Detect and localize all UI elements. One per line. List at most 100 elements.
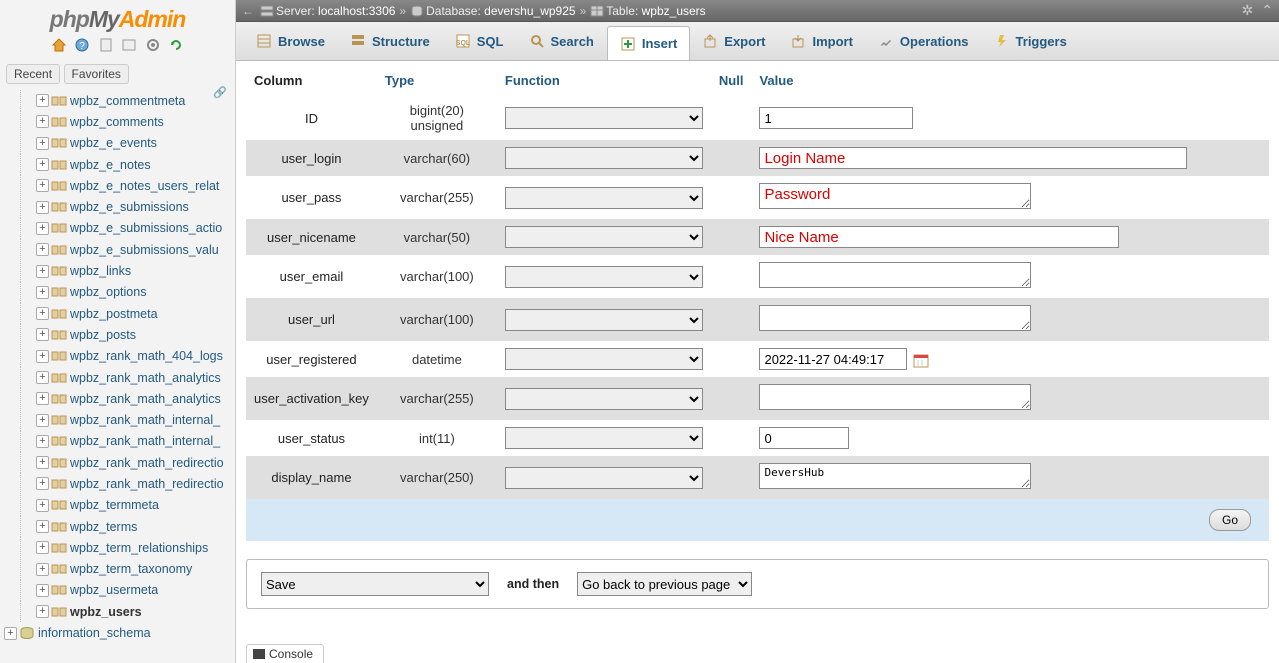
expand-icon[interactable]: + <box>36 605 49 618</box>
value-user_login[interactable] <box>759 147 1187 169</box>
sidebar-item-information_schema[interactable]: +information_schema <box>4 622 235 643</box>
expand-icon[interactable]: + <box>36 243 49 256</box>
expand-icon[interactable]: + <box>36 137 49 150</box>
expand-icon[interactable]: + <box>36 350 49 363</box>
expand-icon[interactable]: + <box>36 541 49 554</box>
value-ID[interactable] <box>759 107 913 129</box>
sidebar-item-wpbz_options[interactable]: +wpbz_options <box>4 282 235 303</box>
expand-icon[interactable]: + <box>36 265 49 278</box>
link-icon[interactable]: 🔗 <box>213 86 227 99</box>
sidebar-item-wpbz_users[interactable]: +wpbz_users <box>4 601 235 622</box>
function-select-user_activation_key[interactable] <box>505 388 703 410</box>
tab-insert[interactable]: Insert <box>607 26 690 60</box>
value-display_name[interactable]: DeversHub <box>759 463 1031 489</box>
sidebar-item-wpbz_term_taxonomy[interactable]: +wpbz_term_taxonomy <box>4 559 235 580</box>
tab-sql[interactable]: SQLSQL <box>443 22 517 60</box>
docs-icon[interactable] <box>98 37 114 53</box>
sidebar-item-wpbz_comments[interactable]: +wpbz_comments <box>4 111 235 132</box>
sidebar-item-wpbz_rank_math_404_logs[interactable]: +wpbz_rank_math_404_logs <box>4 346 235 367</box>
settings-icon[interactable] <box>145 37 161 53</box>
sidebar-item-wpbz_terms[interactable]: +wpbz_terms <box>4 516 235 537</box>
tab-operations[interactable]: Operations <box>866 22 982 60</box>
home-icon[interactable] <box>51 37 67 53</box>
sidebar-item-wpbz_e_submissions[interactable]: +wpbz_e_submissions <box>4 196 235 217</box>
value-user_nicename[interactable] <box>759 226 1119 248</box>
expand-icon[interactable]: + <box>36 201 49 214</box>
tab-search[interactable]: Search <box>517 22 607 60</box>
sidebar-item-wpbz_rank_math_analytics[interactable]: +wpbz_rank_math_analytics <box>4 388 235 409</box>
tab-import[interactable]: Import <box>778 22 865 60</box>
sidebar-item-wpbz_termmeta[interactable]: +wpbz_termmeta <box>4 495 235 516</box>
expand-icon[interactable]: + <box>36 371 49 384</box>
recent-button[interactable]: Recent <box>6 64 60 84</box>
function-select-user_login[interactable] <box>505 147 703 169</box>
reload-icon[interactable] <box>168 37 184 53</box>
expand-icon[interactable]: + <box>36 414 49 427</box>
function-select-user_nicename[interactable] <box>505 226 703 248</box>
go-button[interactable]: Go <box>1209 509 1251 531</box>
sidebar-item-wpbz_usermeta[interactable]: +wpbz_usermeta <box>4 580 235 601</box>
expand-icon[interactable]: + <box>36 392 49 405</box>
value-user_registered[interactable] <box>759 348 907 370</box>
sidebar-item-wpbz_postmeta[interactable]: +wpbz_postmeta <box>4 303 235 324</box>
back-arrow-icon[interactable]: ← <box>242 4 254 18</box>
tab-browse[interactable]: Browse <box>244 22 338 60</box>
expand-icon[interactable]: + <box>36 158 49 171</box>
tab-triggers[interactable]: Triggers <box>982 22 1080 60</box>
function-select-display_name[interactable] <box>505 467 703 489</box>
sidebar-item-wpbz_e_notes[interactable]: +wpbz_e_notes <box>4 154 235 175</box>
sidebar-item-wpbz_commentmeta[interactable]: +wpbz_commentmeta <box>4 90 235 111</box>
function-select-user_pass[interactable] <box>505 187 703 209</box>
sidebar-item-wpbz_rank_math_redirectio[interactable]: +wpbz_rank_math_redirectio <box>4 473 235 494</box>
function-select-user_url[interactable] <box>505 309 703 331</box>
expand-icon[interactable]: + <box>36 307 49 320</box>
logout-icon[interactable]: ? <box>74 37 90 53</box>
crumb-server[interactable]: localhost:3306 <box>318 4 395 18</box>
function-select-user_email[interactable] <box>505 266 703 288</box>
tab-structure[interactable]: Structure <box>338 22 443 60</box>
sidebar-item-wpbz_posts[interactable]: +wpbz_posts <box>4 324 235 345</box>
value-user_status[interactable] <box>759 427 849 449</box>
sidebar-item-wpbz_rank_math_redirectio[interactable]: +wpbz_rank_math_redirectio <box>4 452 235 473</box>
favorites-button[interactable]: Favorites <box>64 64 129 84</box>
save-select[interactable]: Save <box>261 572 489 596</box>
function-select-ID[interactable] <box>505 107 703 129</box>
expand-icon[interactable]: + <box>36 456 49 469</box>
expand-icon[interactable]: + <box>36 435 49 448</box>
expand-icon[interactable]: + <box>36 520 49 533</box>
sidebar-item-wpbz_rank_math_internal_[interactable]: +wpbz_rank_math_internal_ <box>4 431 235 452</box>
crumb-db[interactable]: devershu_wp925 <box>484 4 575 18</box>
sidebar-item-wpbz_e_notes_users_relat[interactable]: +wpbz_e_notes_users_relat <box>4 175 235 196</box>
value-user_email[interactable] <box>759 262 1031 288</box>
function-select-user_registered[interactable] <box>505 348 703 370</box>
function-select-user_status[interactable] <box>505 427 703 449</box>
sidebar-item-wpbz_rank_math_internal_[interactable]: +wpbz_rank_math_internal_ <box>4 409 235 430</box>
sidebar-item-wpbz_links[interactable]: +wpbz_links <box>4 260 235 281</box>
expand-icon[interactable]: + <box>36 222 49 235</box>
expand-icon[interactable]: + <box>36 584 49 597</box>
sidebar-item-wpbz_e_submissions_actio[interactable]: +wpbz_e_submissions_actio <box>4 218 235 239</box>
sidebar-item-wpbz_e_submissions_valu[interactable]: +wpbz_e_submissions_valu <box>4 239 235 260</box>
expand-icon[interactable]: + <box>36 286 49 299</box>
sidebar-item-wpbz_rank_math_analytics[interactable]: +wpbz_rank_math_analytics <box>4 367 235 388</box>
collapse-icon[interactable]: ⌃ <box>1261 2 1273 19</box>
expand-icon[interactable]: + <box>36 563 49 576</box>
expand-icon[interactable]: + <box>36 94 49 107</box>
expand-icon[interactable]: + <box>36 477 49 490</box>
sidebar-item-wpbz_term_relationships[interactable]: +wpbz_term_relationships <box>4 537 235 558</box>
value-user_url[interactable] <box>759 305 1031 331</box>
calendar-icon[interactable] <box>913 352 929 368</box>
gear-icon[interactable]: ✲ <box>1242 2 1254 19</box>
navi-icon[interactable] <box>121 37 137 53</box>
expand-icon[interactable]: + <box>36 499 49 512</box>
value-user_activation_key[interactable] <box>759 384 1031 410</box>
value-user_pass[interactable]: Password <box>759 183 1031 209</box>
expand-icon[interactable]: + <box>36 179 49 192</box>
expand-icon[interactable]: + <box>36 328 49 341</box>
console-tab[interactable]: Console <box>246 644 324 663</box>
tab-export[interactable]: Export <box>690 22 778 60</box>
then-select[interactable]: Go back to previous page <box>577 572 752 596</box>
expand-icon[interactable]: + <box>4 627 17 640</box>
expand-icon[interactable]: + <box>36 115 49 128</box>
crumb-table[interactable]: wpbz_users <box>642 4 706 18</box>
